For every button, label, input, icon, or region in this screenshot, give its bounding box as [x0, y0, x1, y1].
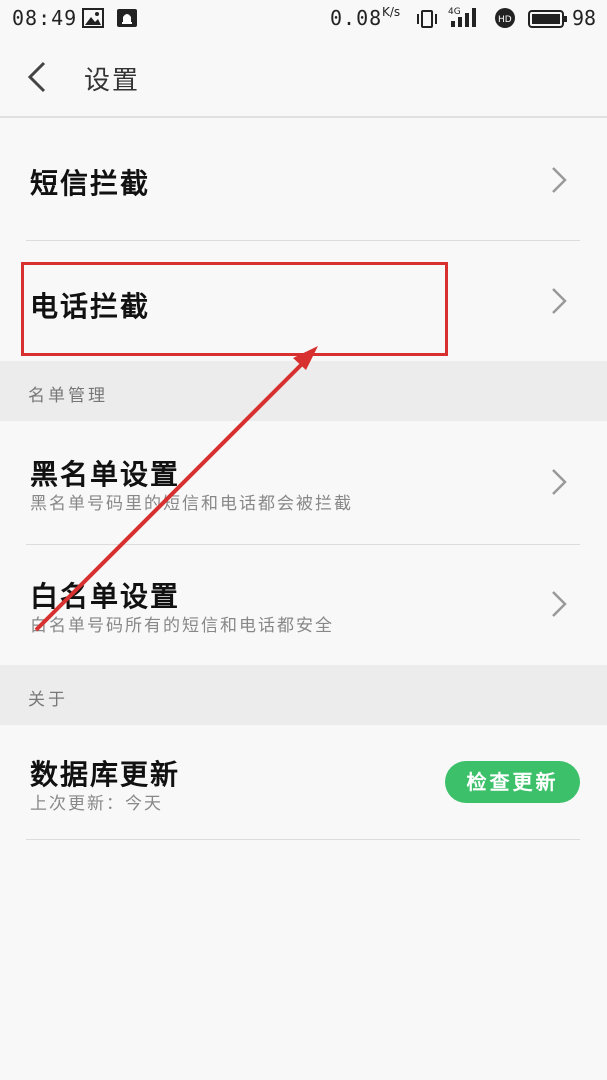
section-header-list-management: 名单管理 — [0, 361, 607, 421]
call-block-label: 电话拦截 — [30, 290, 151, 323]
back-button[interactable] — [24, 60, 54, 94]
chevron-right-icon — [552, 591, 567, 617]
section-header-about: 关于 — [0, 665, 607, 725]
network-type: 4G — [448, 7, 461, 17]
chevron-right-icon — [552, 469, 567, 495]
gallery-icon — [82, 8, 104, 32]
whitelist-settings-row[interactable]: 白名单设置 白名单号码所有的短信和电话都安全 — [0, 545, 607, 665]
chevron-right-icon — [552, 288, 567, 314]
network-speed-unit: K/s — [382, 5, 401, 19]
battery-icon — [528, 9, 568, 33]
divider — [26, 839, 580, 840]
vibrate-icon — [416, 8, 438, 34]
blacklist-description: 黑名单号码里的短信和电话都会被拦截 — [30, 494, 353, 514]
whitelist-description: 白名单号码所有的短信和电话都安全 — [30, 616, 334, 636]
notification-bell-icon — [116, 8, 138, 32]
section-label: 名单管理 — [28, 386, 108, 406]
call-block-row[interactable]: 电话拦截 — [0, 241, 607, 361]
blacklist-settings-row[interactable]: 黑名单设置 黑名单号码里的短信和电话都会被拦截 — [0, 421, 607, 544]
whitelist-label: 白名单设置 — [30, 580, 181, 613]
status-bar: 08:49 0.08 K/s 4G HD 98 — [0, 0, 607, 38]
sms-block-row[interactable]: 短信拦截 — [0, 118, 607, 240]
network-speed: 0.08 — [330, 6, 383, 30]
blacklist-label: 黑名单设置 — [30, 458, 181, 491]
page-title: 设置 — [84, 66, 141, 96]
battery-percent: 98 — [572, 6, 597, 30]
status-time: 08:49 — [12, 6, 78, 30]
chevron-right-icon — [552, 167, 567, 193]
section-label: 关于 — [28, 690, 68, 710]
hd-icon: HD — [494, 7, 516, 33]
sms-block-label: 短信拦截 — [30, 167, 151, 200]
check-update-button[interactable]: 检查更新 — [445, 761, 580, 803]
signal-4g-icon: 4G — [448, 5, 482, 33]
back-arrow-icon — [27, 61, 46, 93]
last-update-text: 上次更新：今天 — [30, 794, 163, 814]
database-update-label: 数据库更新 — [30, 758, 181, 791]
svg-text:HD: HD — [498, 15, 512, 25]
top-app-bar: 设置 — [0, 38, 607, 118]
